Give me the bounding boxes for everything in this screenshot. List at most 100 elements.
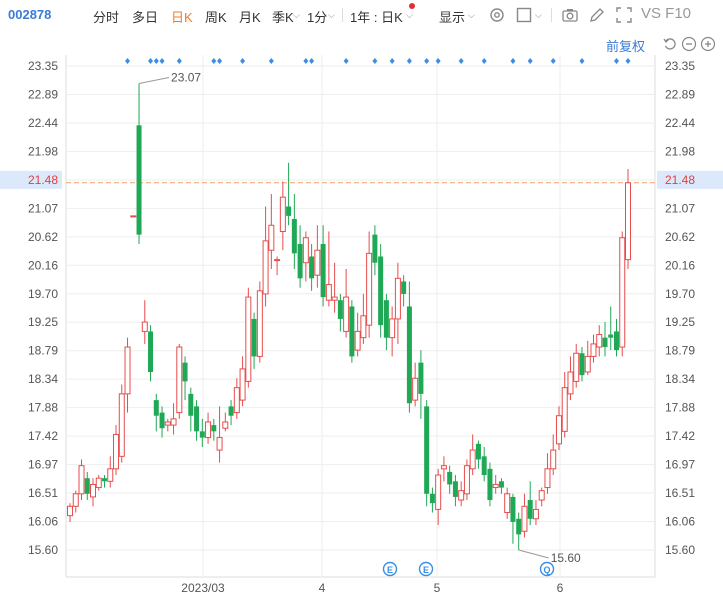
event-dot	[458, 58, 464, 64]
candle-body-up	[561, 387, 568, 432]
candle-body-down	[579, 353, 585, 376]
candle-body-down	[475, 443, 481, 460]
candle-body-down	[452, 481, 458, 497]
display-menu[interactable]: 显示	[439, 7, 465, 26]
y-tick-label: 19.70	[28, 287, 58, 301]
candle-body-up	[95, 477, 102, 489]
tab-1min[interactable]: 1分	[307, 7, 327, 26]
candle-body-down	[291, 219, 297, 254]
candle-body-up	[504, 493, 511, 514]
candle-body-up	[141, 321, 148, 332]
x-tick-label: 5	[434, 581, 441, 595]
candle-body-up	[389, 318, 396, 339]
candle-body-down	[429, 493, 435, 504]
y-tick-label-right: 21.07	[665, 201, 695, 215]
event-dot	[550, 58, 556, 64]
camera-icon[interactable]	[561, 6, 579, 24]
candle-body-down	[251, 318, 257, 357]
event-dot	[424, 58, 430, 64]
candle-body-down	[199, 431, 205, 438]
candle-body-up	[469, 449, 476, 470]
candle-body-down	[527, 500, 533, 519]
y-tick-label: 17.88	[28, 401, 58, 415]
tab-weekly-k[interactable]: 周K	[205, 7, 227, 26]
y-tick-label-right: 18.34	[665, 372, 695, 386]
candle-body-up	[130, 215, 137, 218]
chevron-down-icon[interactable]: ⌵	[328, 10, 335, 21]
event-dot	[510, 58, 516, 64]
event-dot	[579, 58, 585, 64]
tab-monthly-k[interactable]: 月K	[239, 7, 261, 26]
candle-body-up	[440, 465, 447, 470]
candle-body-up	[584, 355, 591, 373]
zoom-in-icon[interactable]	[700, 36, 716, 52]
event-marker-circle	[418, 561, 434, 577]
y-tick-label-right: 23.35	[665, 59, 695, 73]
x-tick-label: 2023/03	[181, 581, 225, 595]
chevron-down-icon[interactable]: ⌵	[535, 10, 542, 21]
vs-f10-button[interactable]: VS F10	[641, 5, 691, 22]
event-dot	[343, 58, 349, 64]
y-tick-label: 19.25	[28, 315, 58, 329]
candle-body-up	[435, 474, 442, 510]
candle-body-down	[211, 425, 217, 432]
square-icon[interactable]	[515, 6, 533, 24]
chevron-down-icon[interactable]: ⌵	[468, 10, 475, 21]
candle-body-up	[492, 483, 499, 489]
settings-gear-icon[interactable]	[488, 6, 506, 24]
candle-body-up	[90, 483, 97, 498]
chart-toolbar: 002878 分时 多日 日K 周K 月K 季K ⌵ 1分 ⌵ 1年 : 日K …	[0, 0, 723, 30]
candle-body-up	[550, 449, 557, 470]
reset-icon[interactable]	[662, 36, 678, 52]
adjust-mode-button[interactable]: 前复权	[606, 36, 645, 55]
max-price-label: 23.07	[171, 70, 201, 84]
candle-body-up	[538, 490, 545, 501]
candle-body-up	[107, 468, 114, 482]
event-dot	[481, 58, 487, 64]
pencil-icon[interactable]	[588, 6, 606, 24]
toolbar-divider	[342, 8, 343, 22]
candle-body-down	[406, 306, 412, 404]
y-tick-label: 18.79	[28, 344, 58, 358]
candle-body-down	[84, 478, 90, 494]
stock-code[interactable]: 002878	[8, 7, 51, 22]
y-tick-label-right: 16.06	[665, 515, 695, 529]
candle-body-up	[567, 371, 574, 395]
event-dot	[613, 58, 619, 64]
candle-body-up	[521, 505, 528, 532]
candle-body-up	[412, 377, 419, 401]
candle-body-up	[463, 465, 470, 495]
y-tick-label: 16.97	[28, 458, 58, 472]
y-tick-label-right: 21.98	[665, 144, 695, 158]
candle-body-down	[153, 400, 159, 416]
tab-multi-day[interactable]: 多日	[132, 7, 158, 26]
candle-body-down	[136, 125, 142, 235]
y-tick-label: 21.07	[28, 201, 58, 215]
candle-body-up	[532, 508, 539, 520]
candle-body-up	[233, 387, 240, 414]
zoom-out-icon[interactable]	[681, 36, 697, 52]
candle-body-up	[113, 433, 120, 470]
tab-intraday[interactable]: 分时	[93, 7, 119, 26]
y-tick-label: 17.42	[28, 429, 58, 443]
candle-body-up	[360, 315, 367, 339]
y-tick-label-right: 16.97	[665, 458, 695, 472]
chevron-down-icon[interactable]: ⌵	[293, 10, 300, 21]
y-tick-label-right: 17.42	[665, 429, 695, 443]
range-selector[interactable]: 1年 : 日K	[350, 7, 403, 26]
chevron-down-icon[interactable]: ⌵	[406, 10, 413, 21]
y-tick-label: 16.06	[28, 515, 58, 529]
y-tick-label: 15.60	[28, 543, 58, 557]
tab-quarterly-k[interactable]: 季K	[272, 7, 294, 26]
y-tick-label: 23.35	[28, 59, 58, 73]
candle-body-down	[510, 496, 516, 522]
candle-body-up	[274, 259, 281, 262]
candle-body-up	[67, 505, 73, 517]
x-tick-label: 4	[319, 581, 326, 595]
event-dot	[159, 58, 165, 64]
fullscreen-icon[interactable]	[615, 6, 633, 24]
event-marker-label: Q	[543, 565, 550, 575]
candle-body-up	[170, 418, 177, 426]
candlestick-chart: 23.35 23.35 22.89 22.89 22.44 22.44 21.98 21.98…	[0, 55, 723, 595]
tab-daily-k[interactable]: 日K	[171, 7, 193, 26]
